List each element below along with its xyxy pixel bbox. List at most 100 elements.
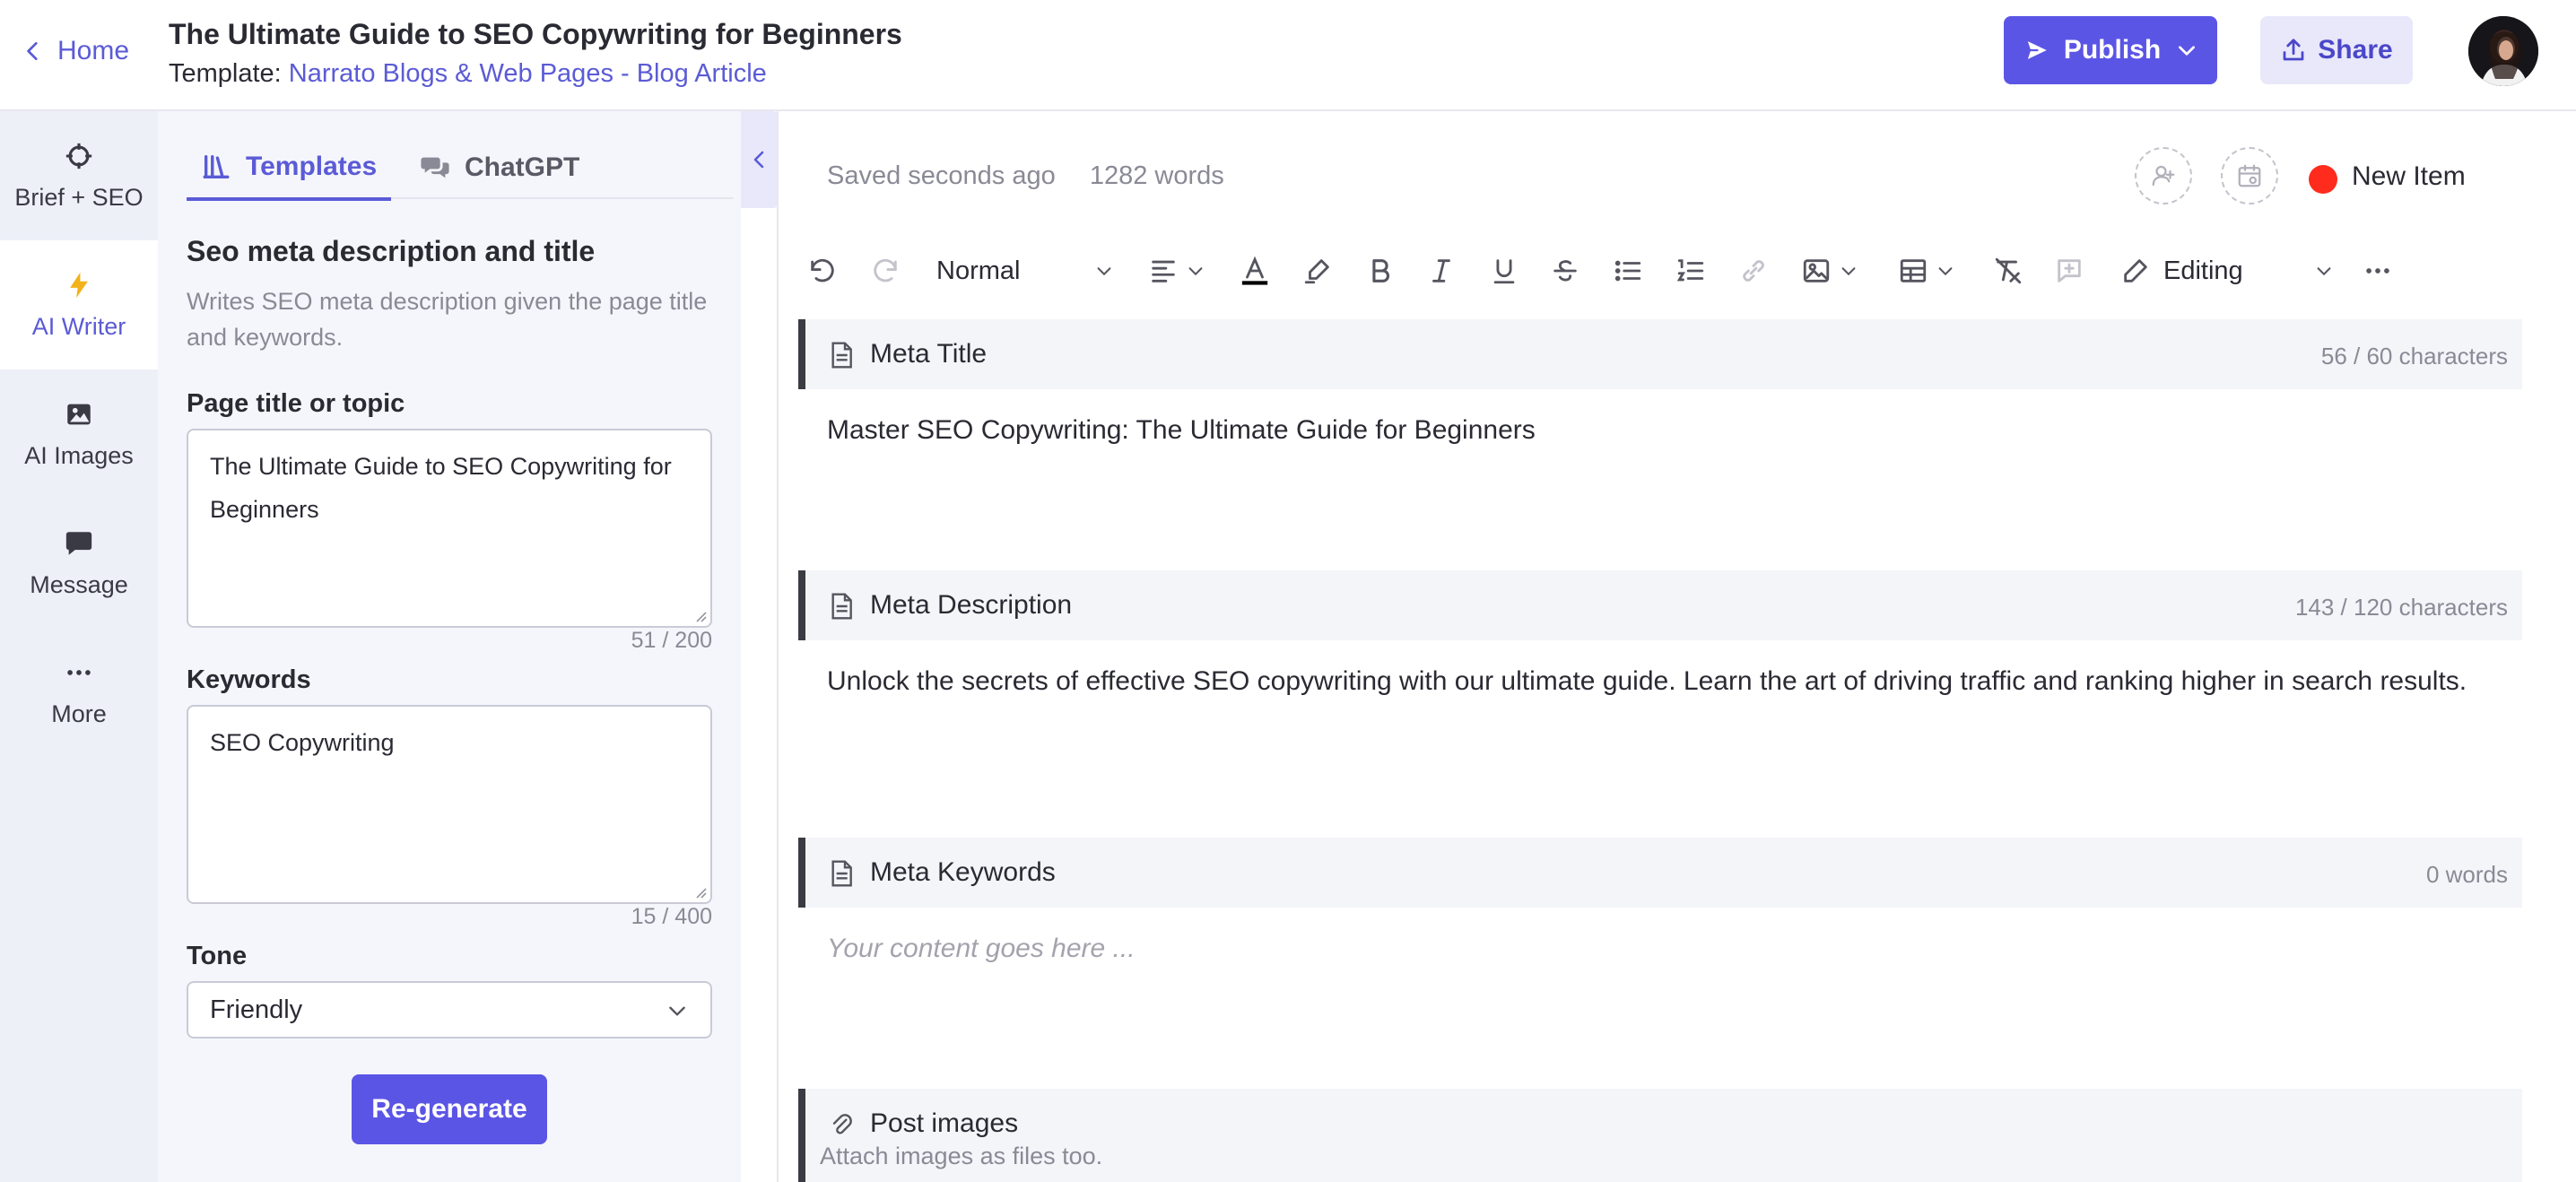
user-photo-icon [2468, 16, 2538, 86]
rail-label: More [51, 700, 107, 727]
text-color-icon [1241, 256, 1268, 285]
keywords-input[interactable]: SEO Copywriting [187, 705, 712, 904]
clear-format-button[interactable] [1993, 251, 2023, 291]
undo-button[interactable] [807, 251, 838, 291]
add-comment-icon [2058, 259, 2081, 282]
home-link[interactable]: Home [22, 36, 129, 66]
rail-label: AI Images [24, 441, 134, 469]
bold-icon [1372, 259, 1389, 282]
redo-button[interactable] [870, 251, 901, 291]
page-title-input[interactable]: The Ultimate Guide to SEO Copywriting fo… [187, 429, 712, 628]
due-date-button[interactable] [2221, 147, 2278, 204]
assign-user-button[interactable] [2135, 147, 2192, 204]
keywords-counter: 15 / 400 [631, 904, 712, 929]
paperclip-icon [832, 1114, 852, 1134]
template-panel: Templates ChatGPT Seo meta description a… [158, 111, 741, 1182]
editor-toolbar: Normal Editing [807, 242, 2389, 300]
underline-icon [1493, 259, 1515, 284]
table-icon [1900, 259, 1927, 282]
tone-select[interactable]: Friendly [187, 981, 712, 1039]
chevron-down-icon [2317, 267, 2331, 276]
document-title[interactable]: The Ultimate Guide to SEO Copywriting fo… [169, 18, 902, 51]
bold-button[interactable] [1365, 251, 1396, 291]
align-left-icon [1152, 260, 1175, 282]
template-link[interactable]: Narrato Blogs & Web Pages - Blog Article [289, 59, 767, 88]
regenerate-button[interactable]: Re-generate [352, 1074, 547, 1144]
saved-status: Saved seconds ago [827, 161, 1056, 190]
redo-icon [874, 258, 897, 282]
collapse-panel-button[interactable] [741, 111, 779, 208]
word-count: 1282 words [1089, 161, 1224, 190]
link-icon [1743, 260, 1764, 282]
section-title: Meta Keywords [870, 857, 1056, 887]
page-title-label: Page title or topic [187, 389, 405, 418]
status-label[interactable]: New Item [2352, 161, 2466, 192]
bullet-list-button[interactable] [1613, 251, 1643, 291]
publish-button[interactable]: Publish [2004, 16, 2217, 84]
section-title: Meta Title [870, 339, 988, 369]
attach-images-note: Attach images as files too. [820, 1143, 1103, 1169]
rail-item-brief-seo[interactable]: Brief + SEO [0, 111, 158, 240]
calendar-icon [2238, 164, 2261, 187]
chevron-left-icon [753, 151, 764, 169]
left-rail: Brief + SEO AI Writer AI Images Message … [0, 111, 158, 1182]
add-user-icon [2152, 165, 2175, 187]
highlight-button[interactable] [1302, 251, 1333, 291]
numbered-list-button[interactable] [1675, 251, 1706, 291]
meta-title-content[interactable]: Master SEO Copywriting: The Ultimate Gui… [827, 413, 2513, 448]
section-count: 56 / 60 characters [2320, 343, 2508, 369]
rail-label: AI Writer [31, 312, 126, 340]
align-select[interactable] [1148, 251, 1205, 291]
template-line: Template: Narrato Blogs & Web Pages - Bl… [169, 59, 767, 89]
add-comment-button[interactable] [2054, 251, 2084, 291]
section-count: 143 / 120 characters [2294, 594, 2508, 621]
meta-keywords-content[interactable]: Your content goes here ... [827, 931, 2513, 967]
upload-icon [2283, 39, 2304, 61]
share-label: Share [2318, 35, 2393, 65]
image-icon [1803, 259, 1830, 282]
document-icon [831, 860, 852, 887]
template-prefix: Template: [169, 59, 282, 88]
tab-templates[interactable]: Templates [187, 136, 392, 201]
insert-image-select[interactable] [1801, 251, 1858, 291]
template-description: Writes SEO meta description given the pa… [187, 288, 708, 351]
message-icon [65, 531, 92, 555]
more-options-button[interactable] [2363, 251, 2393, 291]
panel-tabs: Templates ChatGPT [187, 136, 734, 201]
undo-icon [811, 258, 834, 282]
link-button[interactable] [1738, 251, 1769, 291]
send-icon [2024, 37, 2051, 64]
resize-grip-icon[interactable] [692, 884, 707, 899]
chevron-down-icon [1188, 267, 1203, 276]
keywords-label: Keywords [187, 665, 311, 694]
avatar[interactable] [2468, 16, 2538, 86]
underline-button[interactable] [1489, 251, 1519, 291]
save-status: Saved seconds ago 1282 words [827, 161, 1224, 191]
lightning-icon [70, 272, 88, 298]
template-title: Seo meta description and title [187, 235, 596, 267]
top-header: Home The Ultimate Guide to SEO Copywriti… [0, 0, 2576, 111]
panel-divider [777, 111, 779, 1182]
rail-item-message[interactable]: Message [0, 499, 158, 628]
rail-item-more[interactable]: More [0, 628, 158, 757]
paragraph-style-select[interactable]: Normal [936, 251, 1116, 291]
editing-mode-select[interactable]: Editing [2120, 251, 2336, 291]
insert-table-select[interactable] [1898, 251, 1955, 291]
editing-mode-value: Editing [2163, 256, 2243, 285]
tab-chatgpt[interactable]: ChatGPT [420, 136, 579, 199]
text-color-button[interactable] [1240, 251, 1270, 291]
rail-item-ai-images[interactable]: AI Images [0, 369, 158, 499]
italic-button[interactable] [1426, 251, 1457, 291]
share-button[interactable]: Share [2260, 16, 2413, 84]
pencil-icon [2124, 259, 2147, 282]
numbered-list-icon [1676, 259, 1704, 282]
rail-label: Message [30, 570, 128, 598]
strikethrough-button[interactable] [1550, 251, 1580, 291]
rail-item-ai-writer[interactable]: AI Writer [0, 240, 158, 369]
section-count: 0 words [2425, 861, 2508, 888]
section-title: Post images [870, 1108, 1019, 1138]
highlighter-icon [1304, 259, 1329, 284]
resize-grip-icon[interactable] [692, 608, 707, 622]
meta-description-content[interactable]: Unlock the secrets of effective SEO copy… [827, 664, 2513, 700]
crosshair-icon [65, 143, 92, 169]
